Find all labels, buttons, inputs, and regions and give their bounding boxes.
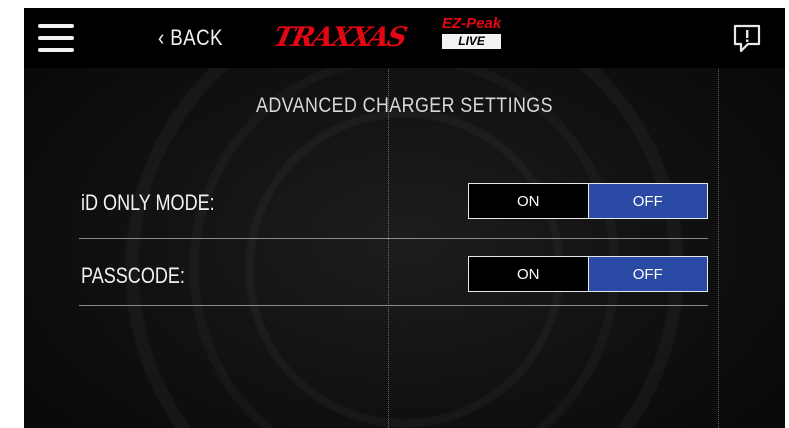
passcode-label: PASSCODE:	[81, 263, 185, 288]
row-divider	[79, 238, 708, 239]
id-only-mode-label: iD ONLY MODE:	[81, 190, 215, 215]
app-screen: ‹ BACK TRAXXAS EZ-Peak LIVE ADVANCED CHA…	[24, 8, 785, 428]
feedback-speech-bubble-icon[interactable]	[732, 23, 762, 55]
dotted-guide-line	[718, 66, 719, 428]
ez-peak-live-logo: EZ-Peak LIVE	[442, 15, 502, 49]
hamburger-menu-icon[interactable]	[38, 24, 74, 52]
id-only-mode-on-button[interactable]: ON	[469, 184, 588, 218]
id-only-mode-toggle: ON OFF	[468, 183, 708, 219]
back-button[interactable]: ‹ BACK	[158, 25, 223, 51]
passcode-on-button[interactable]: ON	[469, 257, 588, 291]
row-divider	[79, 305, 708, 306]
id-only-mode-off-button[interactable]: OFF	[588, 184, 707, 218]
page-title: ADVANCED CHARGER SETTINGS	[256, 94, 553, 117]
passcode-off-button[interactable]: OFF	[588, 257, 707, 291]
dotted-guide-line	[388, 66, 389, 428]
logo-top-text: EZ-Peak	[442, 15, 502, 32]
top-bar: ‹ BACK TRAXXAS EZ-Peak LIVE	[24, 8, 785, 68]
logo-bottom-text: LIVE	[442, 34, 502, 49]
traxxas-logo: TRAXXAS	[270, 22, 409, 53]
passcode-toggle: ON OFF	[468, 256, 708, 292]
